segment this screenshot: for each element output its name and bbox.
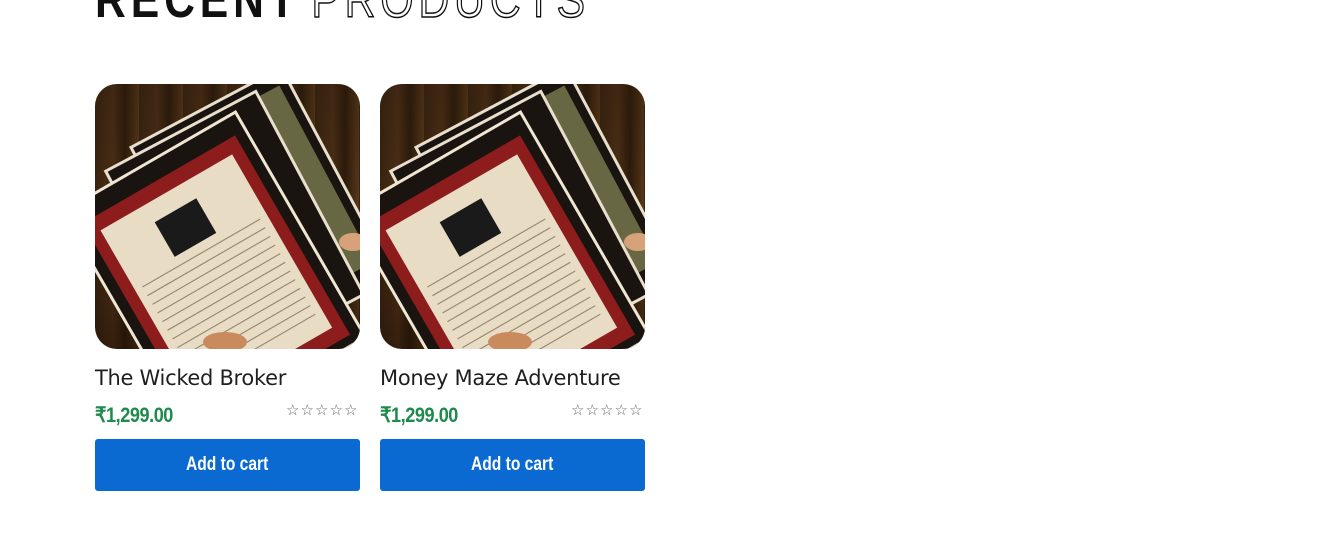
product-title[interactable]: Money Maze Adventure	[380, 363, 645, 393]
star-rating: ☆ ☆ ☆ ☆ ☆	[571, 403, 644, 419]
product-image-link[interactable]	[95, 84, 360, 349]
star-icon: ☆	[329, 402, 343, 419]
star-rating: ☆ ☆ ☆ ☆ ☆	[286, 403, 359, 419]
star-icon: ☆	[571, 402, 585, 419]
section-title-word-1: RECENT	[95, 0, 300, 29]
product-title[interactable]: The Wicked Broker	[95, 363, 360, 393]
star-icon: ☆	[315, 402, 329, 419]
product-meta: ₹1,299.00 ☆ ☆ ☆ ☆ ☆	[380, 403, 645, 435]
star-icon: ☆	[585, 402, 599, 419]
add-to-cart-label: Add to cart	[186, 454, 269, 475]
product-image	[380, 84, 645, 349]
product-image-link[interactable]	[380, 84, 645, 349]
product-card: The Wicked Broker ₹1,299.00 ☆ ☆ ☆ ☆ ☆ Ad…	[95, 84, 360, 491]
star-icon: ☆	[300, 402, 314, 419]
product-price: ₹1,299.00	[95, 404, 173, 427]
add-to-cart-button[interactable]: Add to cart	[95, 439, 360, 491]
add-to-cart-label: Add to cart	[471, 454, 554, 475]
star-icon: ☆	[600, 402, 614, 419]
product-image	[95, 84, 360, 349]
star-icon: ☆	[614, 402, 628, 419]
section-title: RECENT PRODUCTS	[95, 0, 590, 29]
star-icon: ☆	[344, 402, 358, 419]
add-to-cart-button[interactable]: Add to cart	[380, 439, 645, 491]
product-meta: ₹1,299.00 ☆ ☆ ☆ ☆ ☆	[95, 403, 360, 435]
section-title-word-2: PRODUCTS	[311, 0, 590, 29]
product-price: ₹1,299.00	[380, 404, 458, 427]
star-icon: ☆	[629, 402, 643, 419]
product-card: Money Maze Adventure ₹1,299.00 ☆ ☆ ☆ ☆ ☆…	[380, 84, 645, 491]
star-icon: ☆	[286, 402, 300, 419]
